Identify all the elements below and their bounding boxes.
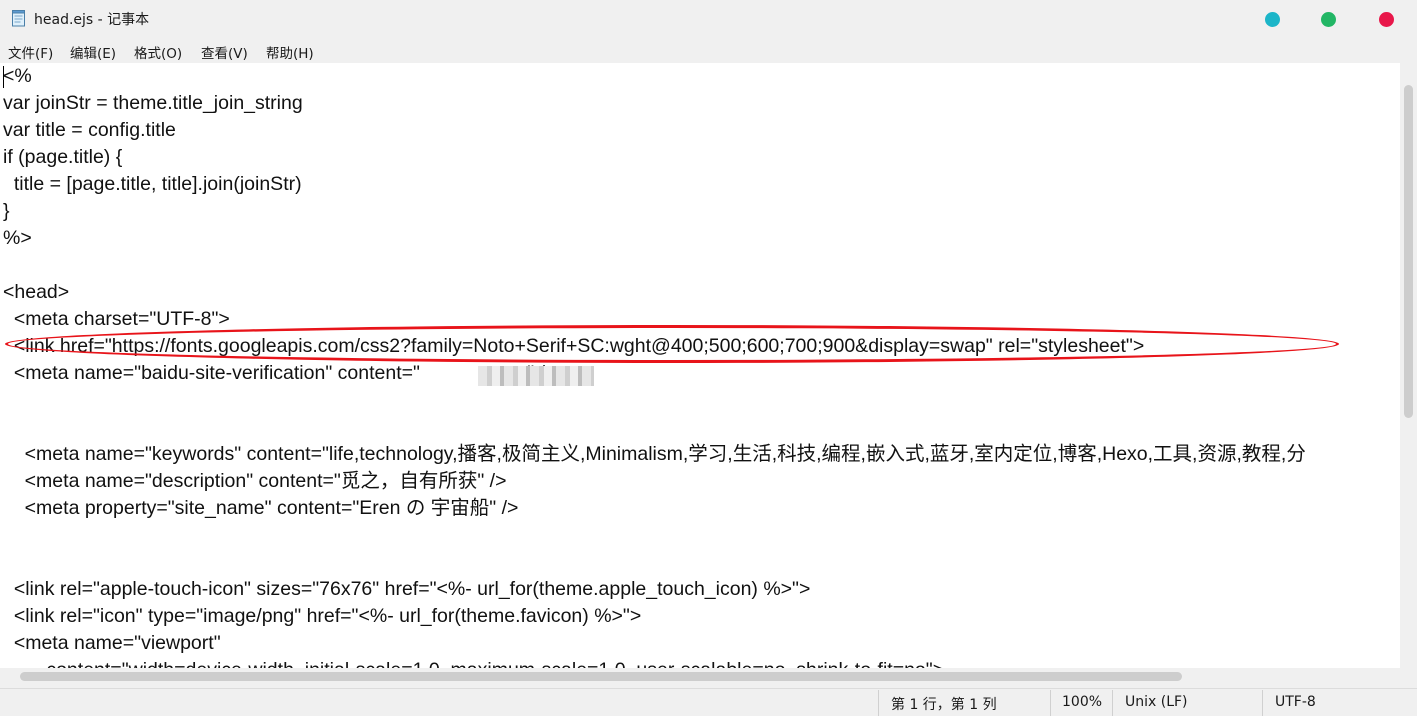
status-zoom: 100% [1062, 694, 1103, 710]
code-line: <link rel="apple-touch-icon" sizes="76x7… [3, 578, 811, 600]
window-title: head.ejs - 记事本 [34, 12, 150, 28]
status-divider [1262, 690, 1263, 716]
horizontal-scrollbar-thumb[interactable] [20, 672, 1182, 681]
redacted-region [478, 366, 594, 386]
vertical-scrollbar-thumb[interactable] [1404, 85, 1413, 418]
code-line: var title = config.title [3, 119, 176, 141]
status-divider [1050, 690, 1051, 716]
code-line: %> [3, 227, 32, 249]
code-line: <link rel="icon" type="image/png" href="… [3, 605, 642, 627]
code-line: if (page.title) { [3, 146, 123, 168]
code-line: content="width=device-width, initial-sca… [3, 657, 944, 668]
notepad-icon [12, 10, 25, 27]
menu-edit[interactable]: 编辑(E) [70, 42, 116, 62]
status-divider [878, 690, 879, 716]
close-button[interactable] [1379, 12, 1394, 27]
menu-file[interactable]: 文件(F) [8, 42, 53, 62]
code-line: <meta name="keywords" content="life,tech… [3, 443, 1306, 465]
code-line: title = [page.title, title].join(joinStr… [3, 173, 302, 195]
code-line-highlighted: <link href="https://fonts.googleapis.com… [3, 335, 1145, 357]
text-editor[interactable]: <% var joinStr = theme.title_join_string… [0, 63, 1400, 668]
title-bar: head.ejs - 记事本 [0, 0, 1417, 38]
status-bar [0, 688, 1417, 716]
code-line: <head> [3, 281, 70, 303]
menu-bar: 文件(F) 编辑(E) 格式(O) 查看(V) 帮助(H) [0, 38, 1417, 63]
code-line: <meta name="baidu-site-verification" con… [3, 362, 557, 384]
code-line: <meta name="viewport" [3, 632, 221, 654]
status-line-ending: Unix (LF) [1125, 694, 1188, 710]
code-line: <meta charset="UTF-8"> [3, 308, 230, 330]
status-position: 第 1 行，第 1 列 [891, 697, 997, 713]
code-line: <meta name="description" content="觅之，自有所… [3, 470, 507, 492]
code-line: <% [3, 65, 32, 87]
maximize-button[interactable] [1321, 12, 1336, 27]
status-encoding: UTF-8 [1275, 694, 1316, 710]
menu-format[interactable]: 格式(O) [134, 42, 182, 62]
menu-view[interactable]: 查看(V) [201, 42, 248, 62]
code-line: var joinStr = theme.title_join_string [3, 92, 303, 114]
notepad-window: head.ejs - 记事本 文件(F) 编辑(E) 格式(O) 查看(V) 帮… [0, 0, 1417, 716]
minimize-button[interactable] [1265, 12, 1280, 27]
code-line: } [3, 200, 10, 222]
code-line: <meta property="site_name" content="Eren… [3, 497, 519, 519]
status-divider [1112, 690, 1113, 716]
menu-help[interactable]: 帮助(H) [266, 42, 314, 62]
